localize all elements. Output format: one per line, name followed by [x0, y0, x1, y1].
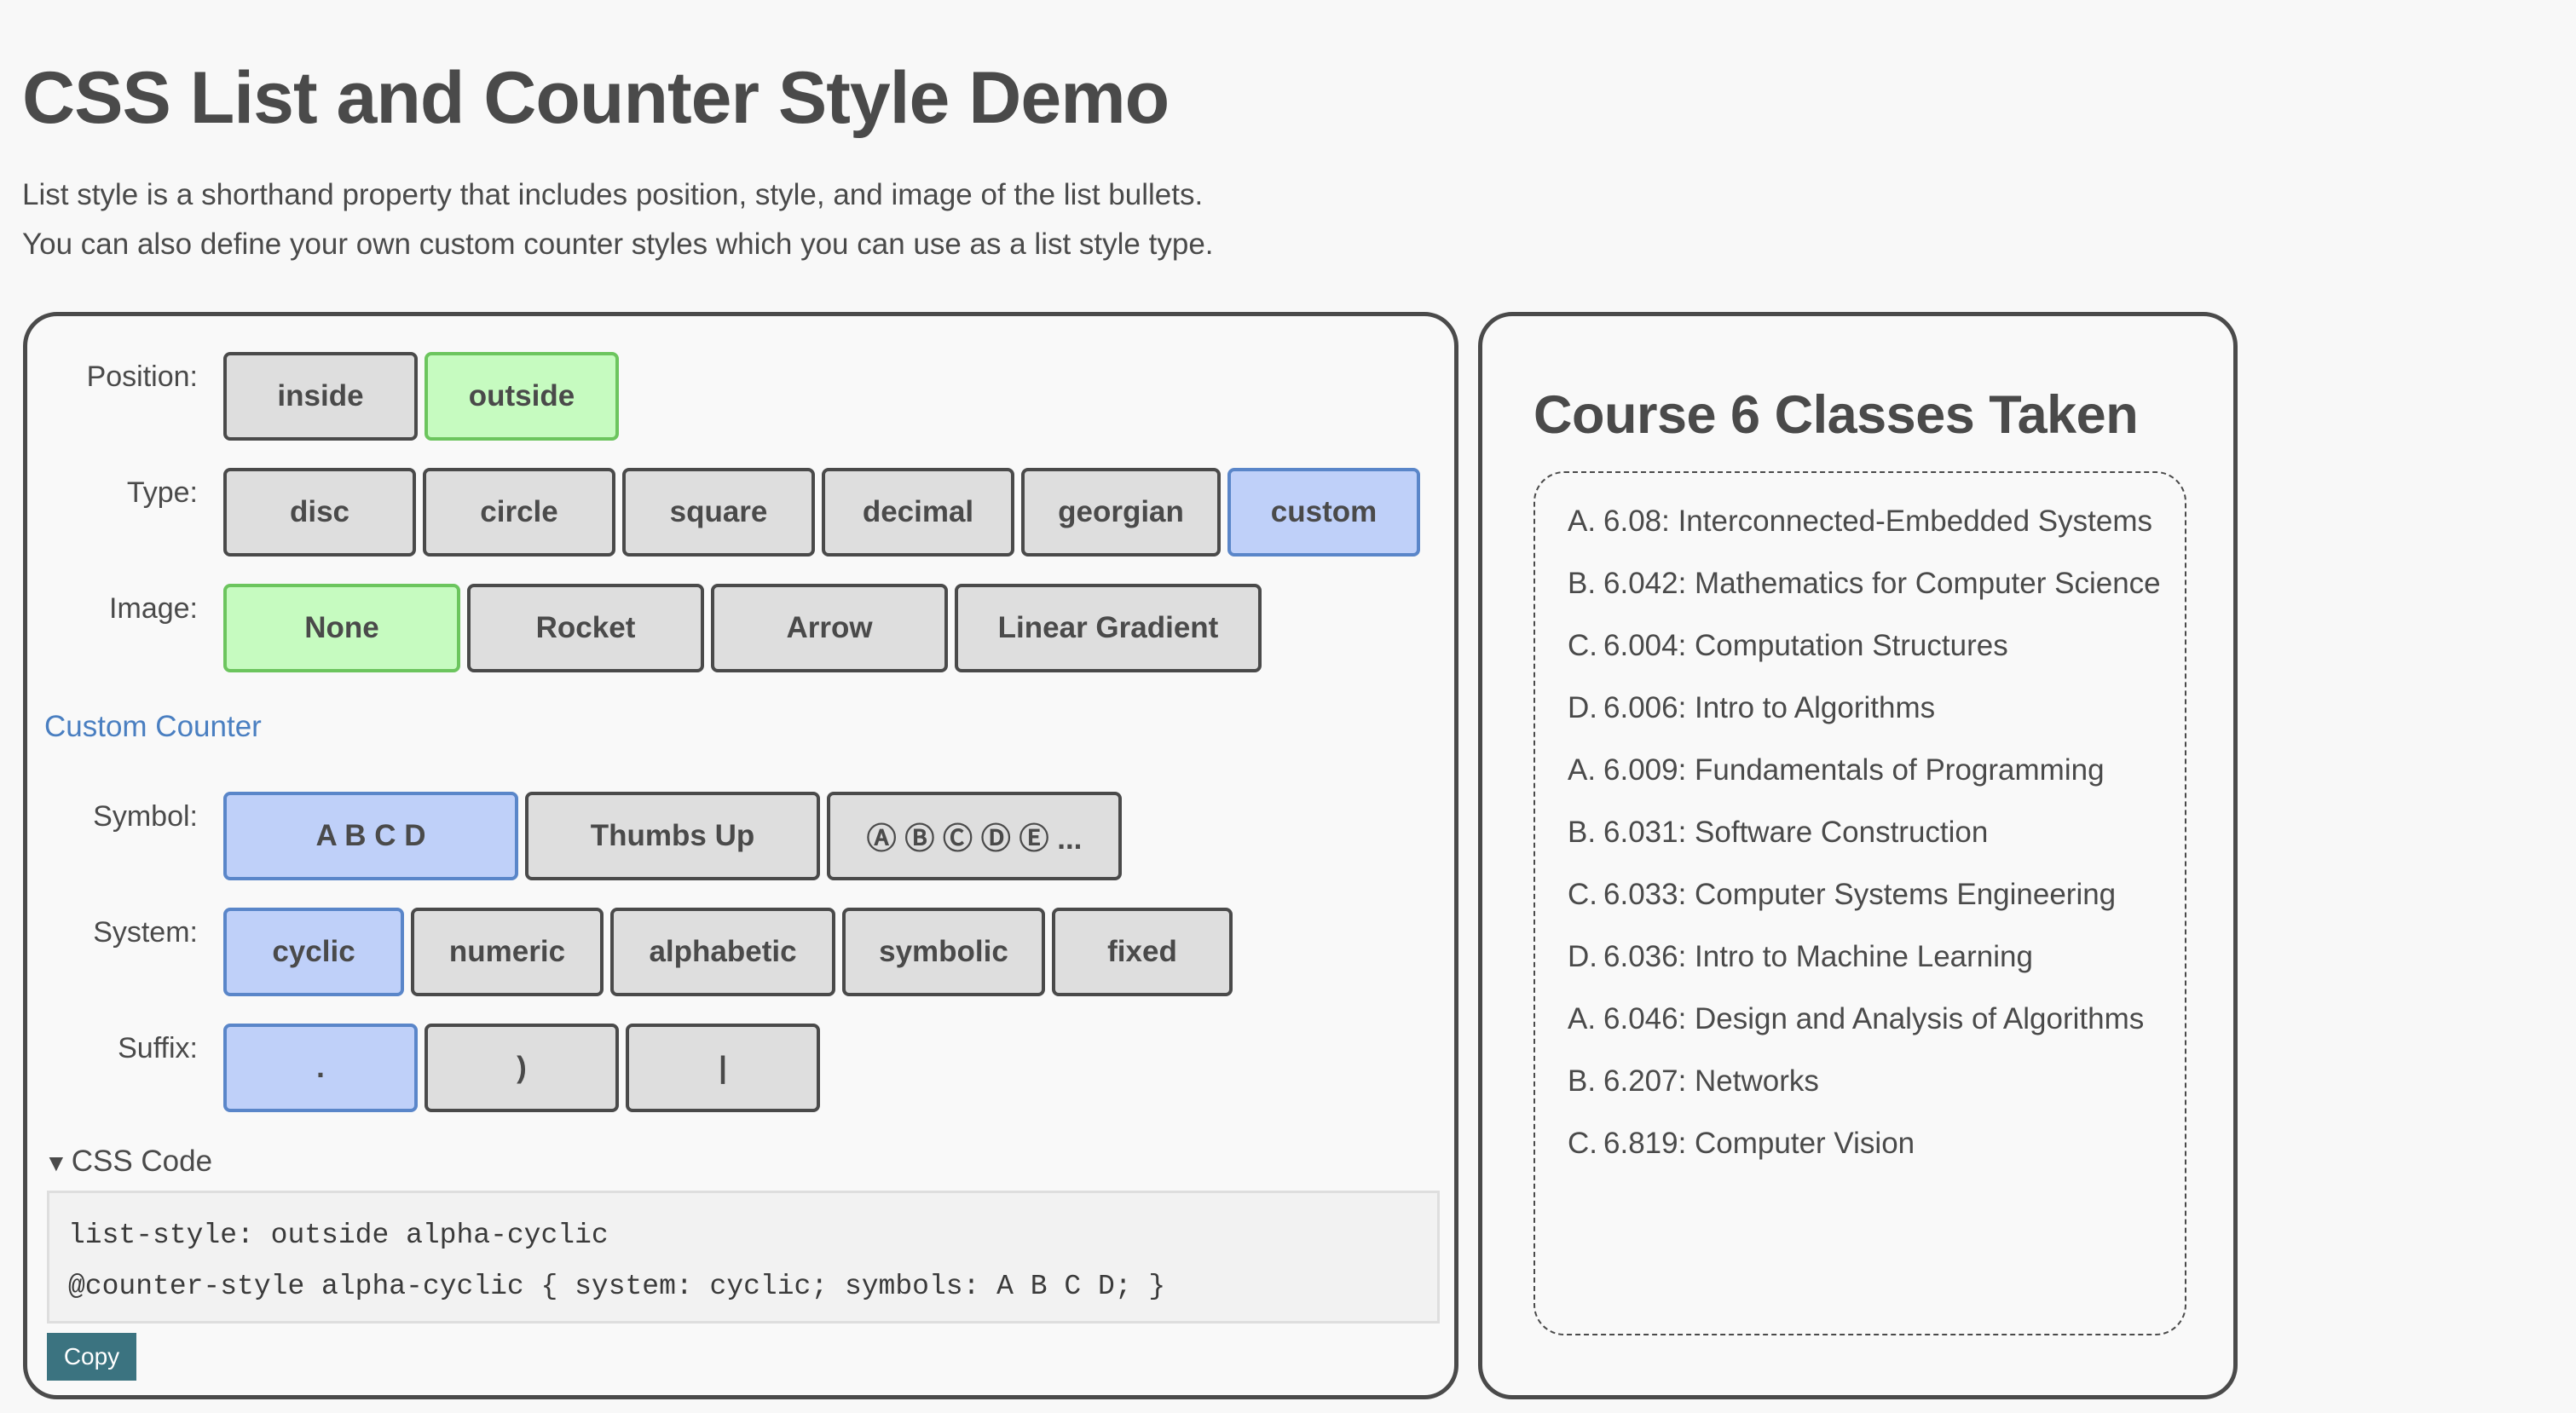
image-arrow-button[interactable]: Arrow	[711, 584, 948, 672]
controls-panel: Position: inside outside Type: disc circ…	[23, 312, 1458, 1399]
intro-text: List style is a shorthand property that …	[22, 170, 1214, 269]
list-item-text: 6.08: Interconnected-Embedded Systems	[1603, 505, 2152, 538]
list-marker: D.	[1568, 940, 1597, 973]
symbol-row: Symbol: A B C D Thumbs Up Ⓐ Ⓑ Ⓒ Ⓓ Ⓔ ...	[27, 792, 1122, 880]
list-marker: A.	[1568, 753, 1597, 787]
image-none-button[interactable]: None	[223, 584, 460, 672]
type-disc-button[interactable]: disc	[223, 468, 416, 557]
triangle-down-icon: ▼	[44, 1150, 68, 1176]
courses-list: A. 6.08: Interconnected-Embedded Systems …	[1535, 473, 2185, 1168]
list-marker: C.	[1568, 629, 1597, 662]
list-marker: B.	[1568, 1064, 1597, 1098]
system-cyclic-button[interactable]: cyclic	[223, 908, 404, 996]
css-code-block: list-style: outside alpha-cyclic @counter…	[47, 1191, 1440, 1324]
image-options: None Rocket Arrow Linear Gradient	[223, 584, 1262, 672]
suffix-paren-button[interactable]: )	[425, 1024, 619, 1112]
list-marker: C.	[1568, 878, 1597, 911]
css-code-line: @counter-style alpha-cyclic { system: cy…	[68, 1271, 1166, 1302]
suffix-pipe-button[interactable]: |	[626, 1024, 820, 1112]
intro-line: You can also define your own custom coun…	[22, 228, 1214, 261]
symbol-circled-letters-button[interactable]: Ⓐ Ⓑ Ⓒ Ⓓ Ⓔ ...	[827, 792, 1122, 880]
position-outside-button[interactable]: outside	[425, 352, 619, 441]
list-item: A. 6.009: Fundamentals of Programming	[1568, 746, 2185, 795]
list-item-text: 6.046: Design and Analysis of Algorithms	[1603, 1002, 2145, 1035]
list-item-text: 6.004: Computation Structures	[1603, 629, 2008, 662]
type-label: Type:	[126, 476, 198, 509]
list-item: B. 6.042: Mathematics for Computer Scienc…	[1568, 559, 2185, 608]
type-circle-button[interactable]: circle	[423, 468, 615, 557]
position-label: Position:	[86, 360, 198, 393]
system-options: cyclic numeric alphabetic symbolic fixed	[223, 908, 1233, 996]
custom-counter-link[interactable]: Custom Counter	[44, 710, 262, 744]
list-item: C. 6.033: Computer Systems Engineering	[1568, 870, 2185, 920]
list-item: C. 6.004: Computation Structures	[1568, 621, 2185, 671]
system-alphabetic-button[interactable]: alphabetic	[610, 908, 835, 996]
css-code-toggle[interactable]: ▼ CSS Code	[44, 1145, 212, 1179]
symbol-options: A B C D Thumbs Up Ⓐ Ⓑ Ⓒ Ⓓ Ⓔ ...	[223, 792, 1122, 880]
list-marker: D.	[1568, 691, 1597, 724]
list-item-text: 6.031: Software Construction	[1603, 816, 1989, 849]
suffix-row: Suffix: . ) |	[27, 1024, 820, 1112]
list-marker: C.	[1568, 1127, 1597, 1160]
type-decimal-button[interactable]: decimal	[822, 468, 1014, 557]
list-item-text: 6.006: Intro to Algorithms	[1603, 691, 1936, 724]
page-title: CSS List and Counter Style Demo	[22, 57, 1170, 139]
list-item-text: 6.009: Fundamentals of Programming	[1603, 753, 2105, 787]
list-marker: A.	[1568, 1002, 1597, 1035]
list-marker: B.	[1568, 567, 1597, 600]
image-rocket-button[interactable]: Rocket	[467, 584, 704, 672]
system-numeric-button[interactable]: numeric	[411, 908, 604, 996]
suffix-period-button[interactable]: .	[223, 1024, 418, 1112]
symbol-thumbs-up-button[interactable]: Thumbs Up	[525, 792, 820, 880]
symbol-label: Symbol:	[93, 800, 198, 833]
css-code-line: list-style: outside alpha-cyclic	[68, 1220, 609, 1251]
symbol-abcd-button[interactable]: A B C D	[223, 792, 518, 880]
image-label: Image:	[109, 592, 198, 625]
image-row: Image: None Rocket Arrow Linear Gradient	[27, 584, 1262, 672]
copy-button[interactable]: Copy	[47, 1333, 136, 1381]
list-item: D. 6.006: Intro to Algorithms	[1568, 683, 2185, 733]
position-row: Position: inside outside	[27, 352, 619, 441]
type-row: Type: disc circle square decimal georgia…	[27, 468, 1420, 557]
system-symbolic-button[interactable]: symbolic	[842, 908, 1045, 996]
position-inside-button[interactable]: inside	[223, 352, 418, 441]
list-item: B. 6.031: Software Construction	[1568, 808, 2185, 857]
css-code-summary-label: CSS Code	[71, 1145, 213, 1178]
suffix-options: . ) |	[223, 1024, 820, 1112]
image-linear-gradient-button[interactable]: Linear Gradient	[955, 584, 1262, 672]
position-options: inside outside	[223, 352, 619, 441]
list-item: C. 6.819: Computer Vision	[1568, 1119, 2185, 1168]
list-item: A. 6.08: Interconnected-Embedded Systems	[1568, 497, 2185, 546]
suffix-label: Suffix:	[118, 1032, 198, 1064]
list-item: D. 6.036: Intro to Machine Learning	[1568, 932, 2185, 982]
list-item-text: 6.042: Mathematics for Computer Science	[1603, 567, 2161, 600]
courses-title: Course 6 Classes Taken	[1533, 385, 2139, 445]
intro-line: List style is a shorthand property that …	[22, 178, 1204, 211]
list-item-text: 6.207: Networks	[1603, 1064, 1819, 1098]
courses-panel: Course 6 Classes Taken A. 6.08: Interconn…	[1478, 312, 2238, 1399]
type-options: disc circle square decimal georgian cust…	[223, 468, 1420, 557]
list-item: B. 6.207: Networks	[1568, 1057, 2185, 1106]
courses-list-box: A. 6.08: Interconnected-Embedded Systems …	[1533, 471, 2186, 1335]
list-item-text: 6.033: Computer Systems Engineering	[1603, 878, 2117, 911]
type-custom-button[interactable]: custom	[1227, 468, 1420, 557]
system-fixed-button[interactable]: fixed	[1052, 908, 1233, 996]
list-marker: B.	[1568, 816, 1597, 849]
list-marker: A.	[1568, 505, 1597, 538]
list-item-text: 6.036: Intro to Machine Learning	[1603, 940, 2033, 973]
type-square-button[interactable]: square	[622, 468, 815, 557]
system-row: System: cyclic numeric alphabetic symbol…	[27, 908, 1233, 996]
list-item: A. 6.046: Design and Analysis of Algorith…	[1568, 995, 2185, 1044]
system-label: System:	[93, 916, 198, 949]
list-item-text: 6.819: Computer Vision	[1603, 1127, 1915, 1160]
type-georgian-button[interactable]: georgian	[1021, 468, 1221, 557]
